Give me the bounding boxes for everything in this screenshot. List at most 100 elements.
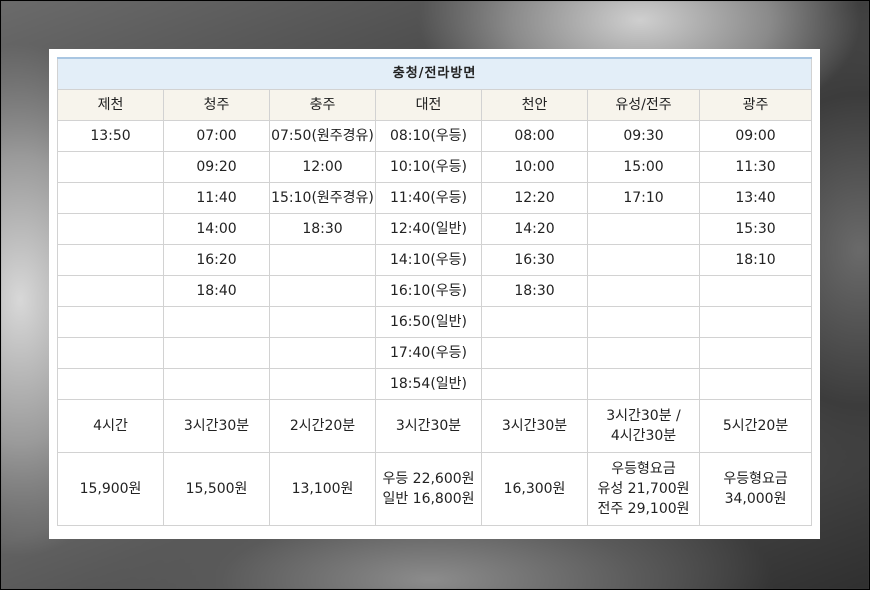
departure-time-cell <box>269 305 376 338</box>
duration-cell: 4시간 <box>57 398 164 453</box>
departure-time-cell: 15:00 <box>587 150 700 183</box>
departure-time-cell: 11:30 <box>698 150 813 183</box>
departure-time-cell <box>57 336 164 369</box>
departure-time-cell <box>587 274 700 307</box>
departure-time-cell <box>269 336 376 369</box>
fare-line: 15,500원 <box>185 480 248 497</box>
title-row: 충청/전라방면 <box>56 57 813 90</box>
departure-time-cell: 10:00 <box>481 150 588 183</box>
column-header: 대전 <box>375 88 482 121</box>
duration-cell: 3시간30분 / 4시간30분 <box>587 398 700 453</box>
departure-time-cell <box>481 305 588 338</box>
fare-line: 전주 29,100원 <box>597 500 690 517</box>
departure-time-row: 18:54(일반) <box>57 367 813 400</box>
departure-time-cell <box>698 336 813 369</box>
departure-time-cell <box>587 367 700 400</box>
fare-cell: 15,500원 <box>163 451 270 526</box>
departure-time-row: 16:20 14:10(우등) 16:30 18:10 <box>57 243 813 276</box>
departure-time-cell: 14:00 <box>163 212 270 245</box>
departure-time-cell <box>481 336 588 369</box>
column-header: 유성/전주 <box>587 88 700 121</box>
departure-time-cell: 17:10 <box>587 181 700 214</box>
departure-time-cell: 18:40 <box>163 274 270 307</box>
duration-line: 3시간30분 <box>395 417 462 434</box>
departure-time-cell: 14:10(우등) <box>375 243 482 276</box>
fare-line: 우등형요금 <box>723 470 788 487</box>
timetable-card: 충청/전라방면 제천 청주 충주 대전 천안 유성/전주 광주 13:50 07… <box>49 49 820 539</box>
departure-time-cell: 16:20 <box>163 243 270 276</box>
column-header: 제천 <box>57 88 164 121</box>
duration-cell: 5시간20분 <box>698 398 813 453</box>
fare-line: 일반 16,800원 <box>382 490 475 507</box>
departure-time-row: 16:50(일반) <box>57 305 813 338</box>
duration-line: 4시간30분 <box>610 427 677 444</box>
departure-time-cell <box>698 367 813 400</box>
departure-time-row: 18:40 16:10(우등) 18:30 <box>57 274 813 307</box>
departure-time-cell: 13:40 <box>698 181 813 214</box>
departure-time-cell <box>57 243 164 276</box>
departure-time-cell: 07:50(원주경유) <box>269 119 376 152</box>
fare-line: 우등 22,600원 <box>382 470 475 487</box>
departure-time-row: 11:40 15:10(원주경유) 11:40(우등) 12:20 17:10 … <box>57 181 813 214</box>
departure-time-cell: 16:10(우등) <box>375 274 482 307</box>
departure-time-cell <box>269 243 376 276</box>
departure-time-row: 14:00 18:30 12:40(일반) 14:20 15:30 <box>57 212 813 245</box>
departure-time-cell <box>57 367 164 400</box>
departure-time-cell: 18:30 <box>269 212 376 245</box>
duration-cell: 3시간30분 <box>481 398 588 453</box>
departure-time-cell: 16:50(일반) <box>375 305 482 338</box>
duration-line: 5시간20분 <box>722 417 789 434</box>
departure-time-cell <box>269 274 376 307</box>
departure-time-cell: 17:40(우등) <box>375 336 482 369</box>
departure-time-cell: 11:40(우등) <box>375 181 482 214</box>
timetable-title: 충청/전라방면 <box>56 57 813 90</box>
bus-timetable: 충청/전라방면 제천 청주 충주 대전 천안 유성/전주 광주 13:50 07… <box>56 57 813 526</box>
fare-cell: 우등형요금 34,000원 <box>698 451 813 526</box>
column-header: 광주 <box>698 88 813 121</box>
departure-time-cell <box>57 274 164 307</box>
departure-time-row: 13:50 07:00 07:50(원주경유) 08:10(우등) 08:00 … <box>57 119 813 152</box>
departure-time-row: 17:40(우등) <box>57 336 813 369</box>
departure-time-cell <box>57 212 164 245</box>
fare-line: 13,100원 <box>291 480 354 497</box>
departure-time-cell <box>57 305 164 338</box>
departure-time-row: 09:20 12:00 10:10(우등) 10:00 15:00 11:30 <box>57 150 813 183</box>
departure-time-cell <box>57 181 164 214</box>
duration-line: 3시간30분 / <box>606 407 681 424</box>
departure-time-cell: 09:00 <box>698 119 813 152</box>
departure-time-cell: 07:00 <box>163 119 270 152</box>
departure-time-cell <box>481 367 588 400</box>
departure-time-cell: 08:10(우등) <box>375 119 482 152</box>
duration-cell: 2시간20분 <box>269 398 376 453</box>
duration-line: 3시간30분 <box>501 417 568 434</box>
departure-time-cell: 08:00 <box>481 119 588 152</box>
fare-line: 16,300원 <box>503 480 566 497</box>
fare-line: 유성 21,700원 <box>597 480 690 497</box>
departure-time-cell <box>163 336 270 369</box>
departure-time-cell: 12:00 <box>269 150 376 183</box>
duration-line: 3시간30분 <box>183 417 250 434</box>
departure-time-cell <box>587 212 700 245</box>
departure-time-cell: 11:40 <box>163 181 270 214</box>
departure-time-cell: 16:30 <box>481 243 588 276</box>
fare-line: 우등형요금 <box>611 460 676 477</box>
departure-time-cell: 15:10(원주경유) <box>269 181 376 214</box>
fare-row: 15,900원 15,500원 13,100원 우등 22,600원 일반 16… <box>57 451 813 526</box>
fare-cell: 16,300원 <box>481 451 588 526</box>
departure-time-cell: 09:30 <box>587 119 700 152</box>
departure-time-cell: 12:20 <box>481 181 588 214</box>
fare-line: 15,900원 <box>79 480 142 497</box>
departure-time-cell <box>698 274 813 307</box>
departure-time-cell <box>698 305 813 338</box>
departure-time-cell <box>57 150 164 183</box>
duration-line: 4시간 <box>93 417 128 434</box>
departure-time-cell: 18:10 <box>698 243 813 276</box>
departure-time-cell: 18:54(일반) <box>375 367 482 400</box>
departure-time-cell: 12:40(일반) <box>375 212 482 245</box>
column-header: 천안 <box>481 88 588 121</box>
departure-time-cell <box>587 336 700 369</box>
departure-time-cell <box>163 367 270 400</box>
duration-cell: 3시간30분 <box>375 398 482 453</box>
departure-time-cell <box>587 243 700 276</box>
departure-time-cell <box>269 367 376 400</box>
